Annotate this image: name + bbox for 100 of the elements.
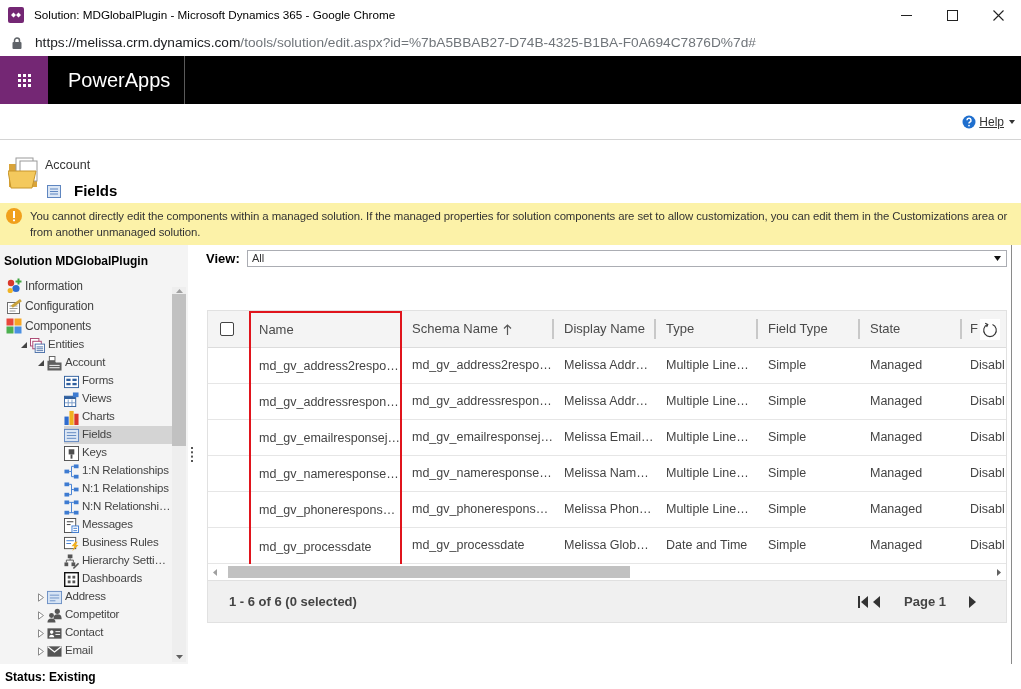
arrow-right-icon[interactable] <box>997 568 1001 576</box>
refresh-button[interactable] <box>980 319 1000 340</box>
table-row[interactable]: md_gv_emailresponsej… md_gv_emailresponsej… Melissa Email… Multiple Line… Simple Managed Disabl <box>208 420 1006 456</box>
column-header[interactable]: Field Type <box>758 311 860 347</box>
tree-item[interactable]: Email <box>47 642 172 660</box>
document-icon <box>6 298 22 314</box>
table-cell-text: md_gv_emailresponsej… <box>411 429 554 447</box>
stacked-tables-icon <box>30 337 45 353</box>
table-cell-text: Melissa Addr… <box>563 357 650 375</box>
url-text[interactable]: https://melissa.crm.dynamics.com/tools/solution/edit.aspx?id=%7bA5BBAB27-D74B-4325-B1BA-F0A694C7876D%7d# <box>35 32 756 54</box>
column-header[interactable]: Type <box>656 311 758 347</box>
tree-item[interactable]: Messages <box>64 516 172 534</box>
arrow-down-icon[interactable] <box>175 655 183 659</box>
app-icon <box>8 7 24 23</box>
field-label: View: <box>206 249 241 268</box>
table-cell-text: Melissa Email… <box>563 429 655 447</box>
table-cell: md_gv_emailresponsej… <box>249 420 402 456</box>
tree-item[interactable]: Keys <box>64 444 172 462</box>
scrollbar-thumb[interactable] <box>228 566 630 578</box>
column-header[interactable]: Display Name <box>554 311 656 347</box>
column-header[interactable]: Schema Name <box>402 311 554 347</box>
first-page-icon[interactable] <box>858 595 869 608</box>
table-cell-text: Disabl <box>969 465 1006 483</box>
linked-boxes-icon <box>64 499 79 515</box>
tree-item[interactable]: Configuration <box>6 296 172 316</box>
view-dropdown[interactable]: All <box>247 250 1007 267</box>
tree-item[interactable]: Forms <box>64 372 172 390</box>
caret-icon[interactable] <box>38 360 44 366</box>
list-icon <box>64 427 79 443</box>
table-cell-text: Melissa Addr… <box>563 393 650 411</box>
tree-item[interactable]: Competitor <box>47 606 172 624</box>
table-cell-text: Simple <box>767 357 808 375</box>
keyhole-icon <box>64 445 79 461</box>
lightning-document-icon <box>64 535 79 551</box>
table-row[interactable]: md_gv_nameresponse… md_gv_nameresponse… Melissa Nam… Multiple Line… Simple Managed Disabl <box>208 456 1006 492</box>
table-row[interactable]: md_gv_addressrespon… md_gv_addressrespon… Melissa Addr… Multiple Line… Simple Managed Disabl <box>208 384 1006 420</box>
column-header[interactable]: State <box>860 311 962 347</box>
table-cell-text: Managed <box>869 465 924 483</box>
table-cell: md_gv_address2respo… <box>249 348 402 384</box>
column-header[interactable]: Name <box>249 311 402 348</box>
tree-item[interactable]: Contact <box>47 624 172 642</box>
scrollbar-thumb[interactable] <box>172 294 186 446</box>
table-cell-text: Managed <box>869 393 924 411</box>
table-row[interactable]: md_gv_address2respo… md_gv_address2respo… Melissa Addr… Multiple Line… Simple Managed Disabl <box>208 348 1006 384</box>
table-cell: md_gv_nameresponse… <box>249 456 402 492</box>
caret-icon <box>1009 119 1015 124</box>
table-cell-text: Melissa Phon… <box>563 501 653 519</box>
table-cell-text: md_gv_nameresponse… <box>411 465 553 483</box>
tree-item[interactable]: Components <box>6 316 172 336</box>
next-page-icon[interactable] <box>969 595 976 608</box>
tree-item[interactable]: Charts <box>64 408 172 426</box>
table-icon <box>64 391 79 407</box>
arrow-left-icon[interactable] <box>213 568 217 576</box>
table-cell-text: Simple <box>767 537 808 555</box>
table-row[interactable]: md_gv_processdate md_gv_processdate Melissa Glob… Date and Time Simple Managed Disabl <box>208 528 1006 564</box>
tree-item[interactable]: Fields <box>64 426 172 444</box>
column-header[interactable]: F <box>962 311 1006 347</box>
app-name: PowerApps <box>68 68 171 93</box>
page-label: Page 1 <box>904 592 946 611</box>
tree-item[interactable]: N:N Relationshi… <box>64 498 172 516</box>
help-link[interactable]: Help <box>962 112 1015 131</box>
table-cell-text: Managed <box>869 537 924 555</box>
table-cell: md_gv_addressrespon… <box>249 384 402 420</box>
dashboard-icon <box>64 571 79 587</box>
caret-icon[interactable] <box>21 342 27 348</box>
app-launcher-button[interactable] <box>0 56 48 104</box>
tree-item[interactable]: Information <box>6 276 172 296</box>
table-cell-text: Melissa Nam… <box>563 465 650 483</box>
window-title: Solution: MDGlobalPlugin - Microsoft Dynamics 365 - Google Chrome <box>34 7 396 24</box>
tree-item[interactable]: Entities <box>30 336 172 354</box>
table-cell-text: Simple <box>767 393 808 411</box>
breadcrumb-text: Account <box>45 157 92 174</box>
caret-icon <box>994 256 1001 261</box>
table-cell-text: Simple <box>767 429 808 447</box>
tree-item[interactable]: Account <box>47 354 172 372</box>
tiles-icon <box>6 318 22 334</box>
table-row[interactable]: md_gv_phonerespons… md_gv_phonerespons… Melissa Phon… Multiple Line… Simple Managed Disabl <box>208 492 1006 528</box>
checkbox[interactable] <box>220 322 234 336</box>
tree-item[interactable]: Dashboards <box>64 570 172 588</box>
maximize-icon[interactable] <box>946 9 958 21</box>
contact-card-icon <box>47 625 62 641</box>
tree-item[interactable]: N:1 Relationships <box>64 480 172 498</box>
table-cell-text: Disabl <box>969 501 1006 519</box>
tree-item[interactable]: Views <box>64 390 172 408</box>
scrollbar[interactable] <box>172 287 186 662</box>
table-cell-text: Multiple Line… <box>665 465 750 483</box>
table-cell: md_gv_processdate <box>249 528 402 566</box>
message-icon <box>64 517 79 533</box>
previous-page-icon[interactable] <box>873 595 881 608</box>
table-cell-text: Date and Time <box>665 537 749 555</box>
card-icon <box>47 589 62 605</box>
tree-item[interactable]: Hierarchy Setti… <box>64 552 172 570</box>
close-icon[interactable] <box>992 9 1004 21</box>
page-title: Fields <box>74 180 118 201</box>
tree-item[interactable]: Address <box>47 588 172 606</box>
table-cell-text: Multiple Line… <box>665 429 750 447</box>
tree-item[interactable]: Business Rules <box>64 534 172 552</box>
lock-icon <box>12 37 22 49</box>
table-cell-text: Disabl <box>969 537 1006 555</box>
tree-item[interactable]: 1:N Relationships <box>64 462 172 480</box>
